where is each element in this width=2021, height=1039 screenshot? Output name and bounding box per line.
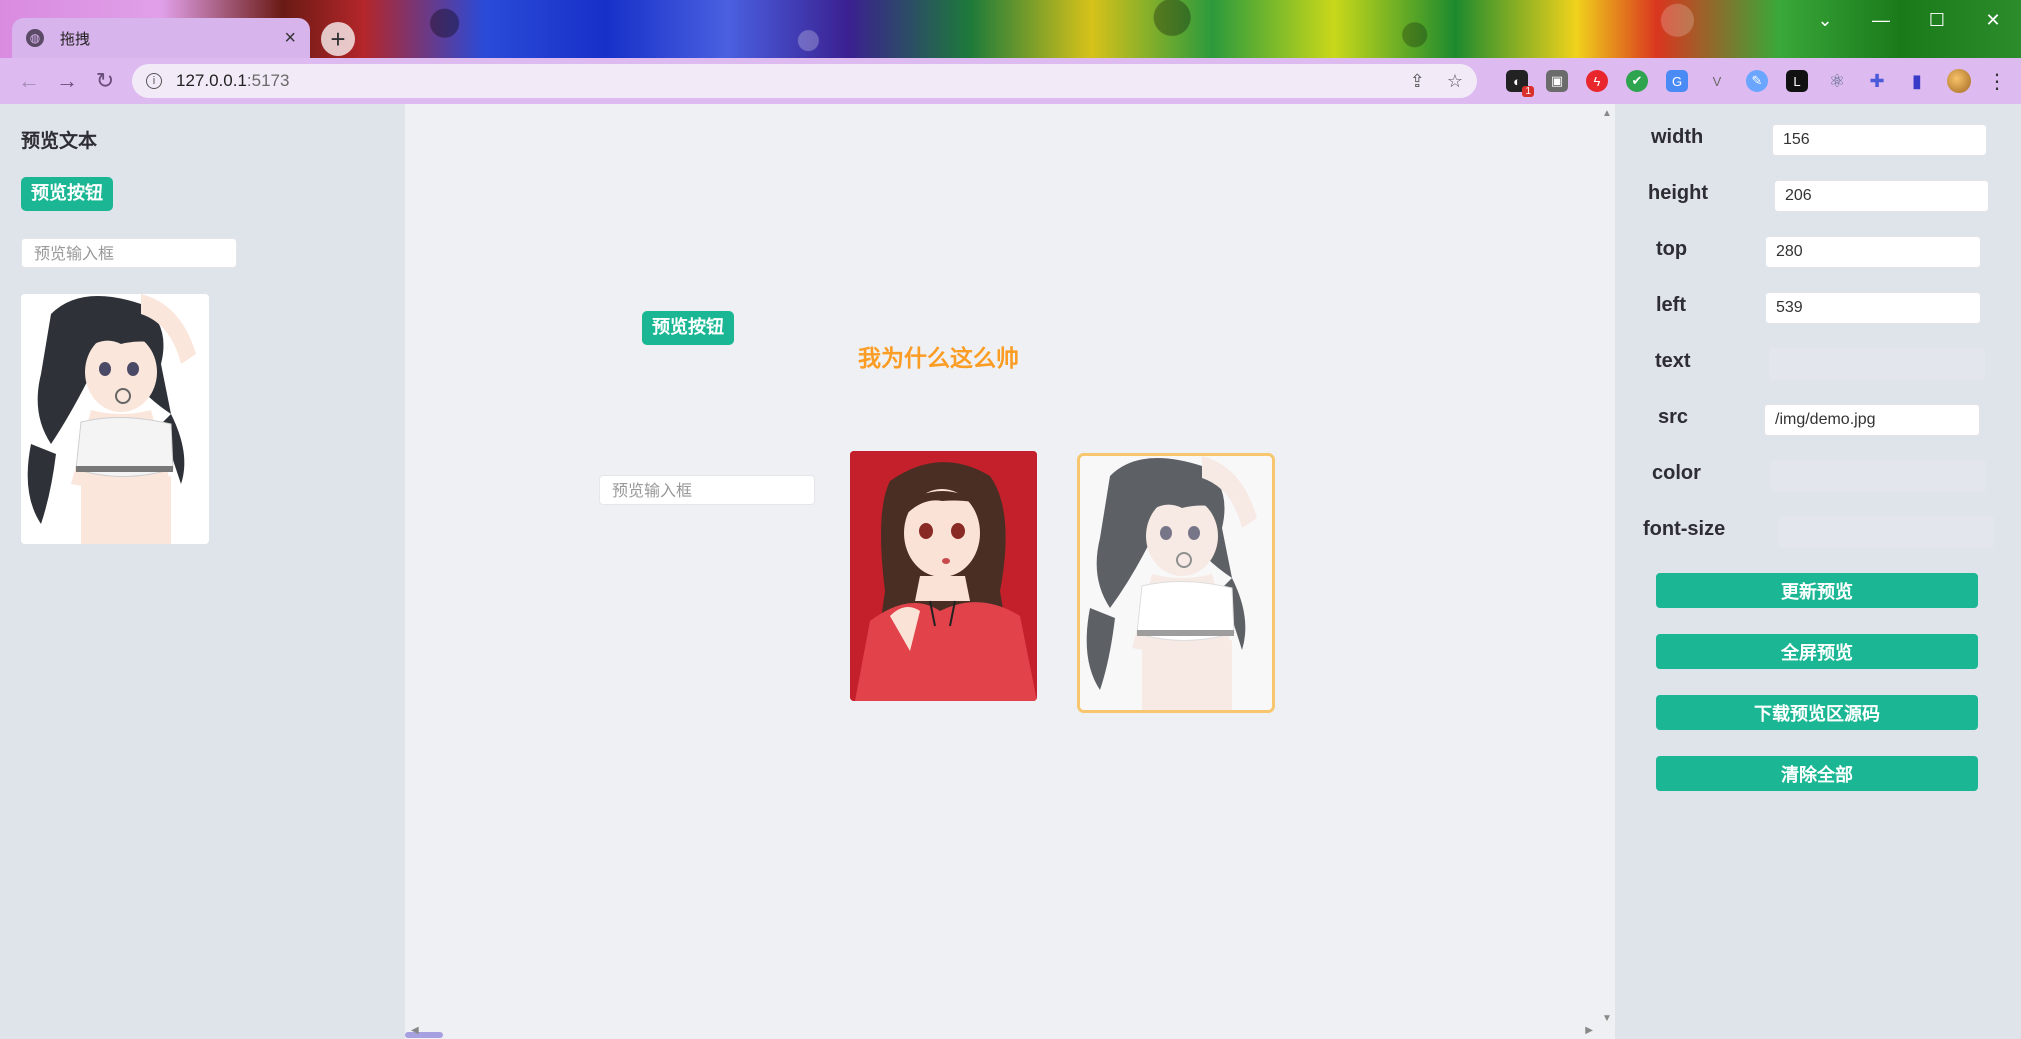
scroll-up-icon[interactable]: ▲ bbox=[1602, 108, 1612, 119]
info-icon[interactable]: i bbox=[146, 73, 162, 89]
color-label: color bbox=[1652, 462, 1701, 484]
fullscreen-preview-button[interactable]: 全屏预览 bbox=[1656, 634, 1978, 669]
window-controls: ⌄ — ☐ ✕ bbox=[1797, 0, 2021, 40]
react-extension-icon[interactable]: ⚛ bbox=[1826, 70, 1848, 92]
width-label: width bbox=[1651, 126, 1704, 148]
canvas-button[interactable]: 预览按钮 bbox=[642, 311, 734, 345]
puzzle-icon[interactable]: ✚ bbox=[1866, 70, 1888, 92]
letter-extension-icon[interactable]: L bbox=[1786, 70, 1808, 92]
url-port: :5173 bbox=[246, 71, 290, 90]
share-icon[interactable]: ⇪ bbox=[1410, 71, 1425, 92]
update-preview-button[interactable]: 更新预览 bbox=[1656, 573, 1978, 608]
properties-panel: width height top left text src color fon… bbox=[1615, 104, 2021, 1039]
height-field[interactable] bbox=[1774, 180, 1989, 212]
new-tab-button[interactable]: + bbox=[321, 22, 355, 56]
src-field[interactable] bbox=[1764, 404, 1980, 436]
bolt-extension-icon[interactable]: ϟ bbox=[1586, 70, 1608, 92]
height-label: height bbox=[1648, 182, 1708, 204]
minimize-icon[interactable]: — bbox=[1853, 0, 1909, 40]
url-host: 127.0.0.1 bbox=[176, 71, 247, 90]
feather-extension-icon[interactable]: ✎ bbox=[1746, 70, 1768, 92]
sidepanel-icon[interactable]: ▮ bbox=[1906, 70, 1928, 92]
extensions-row: ◐ 1 ▣ ϟ ✔ G V ✎ L ⚛ ✚ ▮ ⋮ bbox=[1497, 69, 2007, 97]
more-menu-icon[interactable]: ⋮ bbox=[1987, 69, 2007, 94]
address-bar[interactable]: i 127.0.0.1:5173 ⇪ ☆ bbox=[132, 64, 1477, 98]
white-top-girl-picture-selected bbox=[1080, 456, 1272, 710]
star-icon[interactable]: ☆ bbox=[1447, 71, 1463, 92]
red-shirt-girl-picture bbox=[850, 451, 1037, 701]
palette-input-item[interactable] bbox=[21, 238, 237, 268]
text-label: text bbox=[1655, 350, 1691, 372]
horizontal-scrollbar[interactable]: ◀ ▶ bbox=[405, 1023, 1599, 1039]
download-source-button[interactable]: 下载预览区源码 bbox=[1656, 695, 1978, 730]
scroll-right-icon[interactable]: ▶ bbox=[1585, 1025, 1593, 1036]
clear-all-button[interactable]: 清除全部 bbox=[1656, 756, 1978, 791]
tab-title: 拖拽 bbox=[60, 30, 91, 48]
src-label: src bbox=[1658, 406, 1689, 428]
close-window-icon[interactable]: ✕ bbox=[1965, 0, 2021, 40]
extension-badge: 1 bbox=[1522, 86, 1534, 97]
chat-extension-icon[interactable]: ▣ bbox=[1546, 70, 1568, 92]
left-field[interactable] bbox=[1765, 292, 1981, 324]
back-arrow-icon[interactable]: ← bbox=[10, 68, 48, 94]
profile-avatar[interactable] bbox=[1947, 69, 1971, 93]
canvas-image-red[interactable] bbox=[850, 451, 1037, 701]
browser-tab[interactable]: ◍ 拖拽 × bbox=[12, 18, 310, 58]
shield-extension-icon[interactable]: ✔ bbox=[1626, 70, 1648, 92]
forward-arrow-icon[interactable]: → bbox=[48, 68, 86, 94]
white-top-girl-picture bbox=[21, 294, 209, 544]
vue-extension-icon[interactable]: V bbox=[1706, 70, 1728, 92]
extension-icon[interactable]: ◐ 1 bbox=[1506, 70, 1534, 97]
globe-icon: ◍ bbox=[26, 29, 44, 47]
text-field[interactable] bbox=[1769, 348, 1985, 380]
color-field[interactable] bbox=[1770, 460, 1986, 492]
component-palette: 预览文本 预览按钮 bbox=[0, 104, 405, 1039]
vertical-scrollbar[interactable]: ▲ ▼ bbox=[1599, 104, 1615, 1024]
palette-image-item[interactable] bbox=[21, 294, 209, 544]
reload-icon[interactable]: ↻ bbox=[86, 68, 124, 94]
browser-toolbar: ← → ↻ i 127.0.0.1:5173 ⇪ ☆ ◐ 1 ▣ ϟ ✔ G V … bbox=[0, 58, 2021, 104]
font-size-label: font-size bbox=[1643, 518, 1726, 540]
font-size-field[interactable] bbox=[1778, 516, 1994, 548]
top-label: top bbox=[1656, 238, 1688, 260]
width-field[interactable] bbox=[1772, 124, 1987, 156]
scroll-left-icon[interactable]: ◀ bbox=[411, 1025, 419, 1036]
canvas-image-selected[interactable] bbox=[1077, 453, 1275, 713]
canvas-text[interactable]: 我为什么这么帅 bbox=[858, 339, 1019, 373]
left-label: left bbox=[1656, 294, 1686, 316]
palette-button-item[interactable]: 预览按钮 bbox=[21, 177, 113, 211]
close-tab-icon[interactable]: × bbox=[284, 27, 296, 50]
chevron-down-icon[interactable]: ⌄ bbox=[1797, 0, 1853, 40]
translate-extension-icon[interactable]: G bbox=[1666, 70, 1688, 92]
maximize-icon[interactable]: ☐ bbox=[1909, 0, 1965, 40]
scroll-down-icon[interactable]: ▼ bbox=[1602, 1013, 1612, 1024]
palette-text-item[interactable]: 预览文本 bbox=[21, 126, 97, 153]
canvas-input[interactable] bbox=[599, 475, 815, 505]
top-field[interactable] bbox=[1765, 236, 1981, 268]
